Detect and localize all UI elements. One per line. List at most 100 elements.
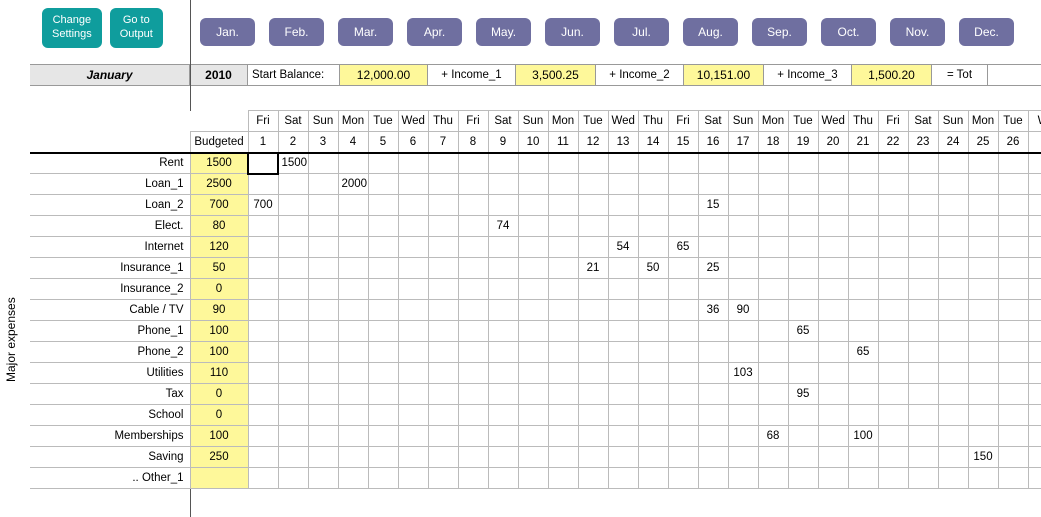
expense-cell[interactable] [698,405,728,426]
expense-cell[interactable] [1028,384,1041,405]
expense-cell[interactable] [818,300,848,321]
month-button-dec[interactable]: Dec. [959,18,1014,46]
expense-cell[interactable] [488,447,518,468]
expense-cell[interactable] [548,258,578,279]
expense-cell[interactable] [488,363,518,384]
expense-cell[interactable] [518,426,548,447]
expense-cell[interactable] [398,468,428,489]
expense-cell[interactable] [518,258,548,279]
expense-cell[interactable] [698,447,728,468]
expense-cell[interactable] [668,195,698,216]
expense-cell[interactable] [398,426,428,447]
expense-cell[interactable] [668,258,698,279]
expense-cell[interactable] [668,468,698,489]
expense-cell[interactable] [788,342,818,363]
expense-cell[interactable] [1028,258,1041,279]
expense-cell[interactable] [548,195,578,216]
expense-cell[interactable] [518,216,548,237]
month-button-nov[interactable]: Nov. [890,18,945,46]
expense-cell[interactable] [308,363,338,384]
expense-cell[interactable] [578,342,608,363]
expense-cell[interactable] [428,216,458,237]
expense-cell[interactable] [428,174,458,195]
expense-cell[interactable] [1028,321,1041,342]
expense-cell[interactable] [698,468,728,489]
expense-cell[interactable] [908,321,938,342]
expense-cell[interactable] [248,405,278,426]
expense-cell[interactable] [308,216,338,237]
budget-cell[interactable]: 0 [190,384,248,405]
expense-cell[interactable] [938,342,968,363]
expense-cell[interactable] [788,300,818,321]
expense-cell[interactable] [818,447,848,468]
expense-cell[interactable] [608,447,638,468]
expense-cell[interactable] [938,405,968,426]
expense-cell[interactable] [548,426,578,447]
expense-cell[interactable] [248,363,278,384]
expense-cell[interactable] [908,447,938,468]
expense-cell[interactable] [848,174,878,195]
expense-cell[interactable] [848,468,878,489]
expense-cell[interactable] [578,426,608,447]
expense-cell[interactable] [338,468,368,489]
budget-cell[interactable]: 100 [190,321,248,342]
expense-cell[interactable] [278,384,308,405]
expense-cell[interactable] [938,216,968,237]
expense-cell[interactable] [788,216,818,237]
expense-cell[interactable] [578,300,608,321]
expense-cell[interactable] [818,258,848,279]
expense-cell[interactable] [578,279,608,300]
expense-cell[interactable] [758,258,788,279]
expense-cell[interactable] [578,363,608,384]
expense-cell[interactable] [938,195,968,216]
expense-cell[interactable] [518,468,548,489]
expense-cell[interactable] [878,321,908,342]
expense-cell[interactable] [428,447,458,468]
expense-cell[interactable] [338,447,368,468]
expense-cell[interactable] [278,258,308,279]
expense-cell[interactable] [968,174,998,195]
income2-value[interactable]: 10,151.00 [684,65,764,85]
expense-cell[interactable] [368,363,398,384]
expense-cell[interactable] [278,195,308,216]
expense-cell[interactable] [908,468,938,489]
expense-cell[interactable] [668,447,698,468]
expense-cell[interactable]: 65 [788,321,818,342]
expense-cell[interactable] [458,342,488,363]
expense-cell[interactable] [848,258,878,279]
expense-cell[interactable]: 700 [248,195,278,216]
expense-cell[interactable] [758,195,788,216]
expense-cell[interactable] [518,300,548,321]
expense-cell[interactable] [398,384,428,405]
expense-cell[interactable] [1028,174,1041,195]
expense-cell[interactable] [608,405,638,426]
expense-cell[interactable] [278,174,308,195]
expense-cell[interactable] [908,216,938,237]
expense-cell[interactable] [278,426,308,447]
expense-cell[interactable] [938,426,968,447]
expense-cell[interactable]: 25 [698,258,728,279]
expense-cell[interactable] [848,153,878,174]
expense-cell[interactable] [668,300,698,321]
expense-cell[interactable] [398,237,428,258]
expense-cell[interactable] [488,153,518,174]
expense-cell[interactable] [818,174,848,195]
expense-cell[interactable] [638,447,668,468]
expense-cell[interactable] [728,153,758,174]
expense-cell[interactable] [488,321,518,342]
expense-cell[interactable] [578,153,608,174]
expense-cell[interactable] [458,300,488,321]
expense-cell[interactable] [758,237,788,258]
expense-cell[interactable] [578,237,608,258]
expense-cell[interactable] [878,153,908,174]
expense-cell[interactable] [518,384,548,405]
expense-cell[interactable] [488,342,518,363]
expense-cell[interactable] [758,468,788,489]
expense-cell[interactable] [548,405,578,426]
expense-cell[interactable] [368,447,398,468]
expense-cell[interactable] [638,321,668,342]
expense-cell[interactable] [908,153,938,174]
expense-cell[interactable] [788,405,818,426]
expense-cell[interactable] [608,321,638,342]
expense-cell[interactable] [458,468,488,489]
